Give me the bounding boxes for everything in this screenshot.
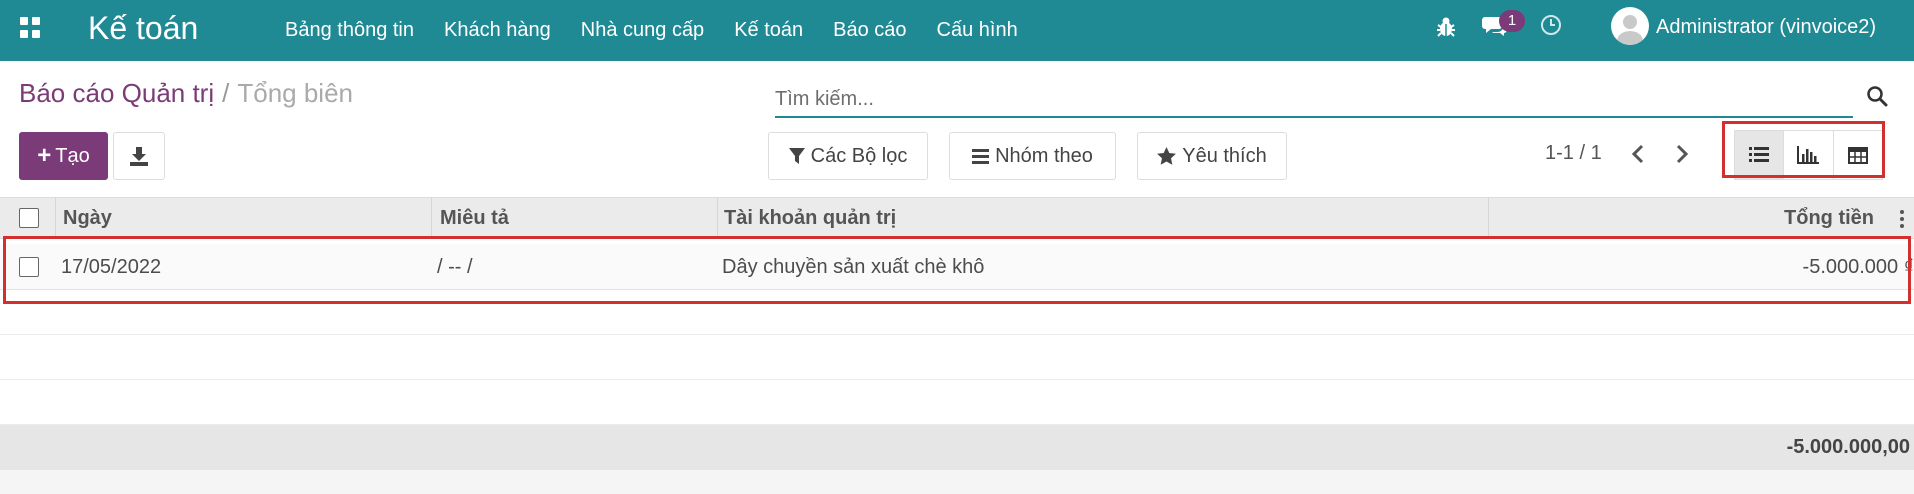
row-checkbox[interactable] — [19, 257, 39, 277]
column-divider — [431, 198, 432, 238]
list-view-button[interactable] — [1734, 130, 1785, 180]
star-icon — [1157, 147, 1177, 165]
menu-item-configuration[interactable]: Cấu hình — [922, 19, 1033, 42]
list-view-icon — [1749, 147, 1770, 162]
top-navbar: Kế toán Bảng thông tin Khách hàng Nhà cu… — [0, 0, 1914, 61]
create-button[interactable]: + Tạo — [19, 132, 108, 180]
empty-row — [0, 335, 1914, 380]
debug-bug-icon[interactable] — [1436, 16, 1456, 38]
group-by-button[interactable]: Nhóm theo — [949, 132, 1116, 180]
chat-counter-badge: 1 — [1499, 10, 1525, 32]
empty-row — [0, 380, 1914, 425]
main-menu: Bảng thông tin Khách hàng Nhà cung cấp K… — [270, 0, 1033, 61]
pivot-view-icon — [1847, 146, 1868, 164]
download-icon — [130, 147, 148, 166]
breadcrumb-current: Tổng biên — [237, 78, 354, 108]
table-row[interactable]: 17/05/2022 / -- / Dây chuyền sản xuất ch… — [0, 244, 1914, 290]
breadcrumb: Báo cáo Quản trị / Tổng biên — [19, 78, 353, 109]
column-options-icon[interactable] — [1900, 210, 1904, 231]
filter-icon — [788, 148, 805, 164]
menu-item-reporting[interactable]: Báo cáo — [818, 19, 921, 42]
empty-row — [0, 290, 1914, 335]
menu-item-accounting[interactable]: Kế toán — [719, 19, 818, 42]
table-header: Ngày Miêu tả Tài khoản quản trị Tổng tiề… — [0, 197, 1914, 239]
column-header-description[interactable]: Miêu tả — [440, 198, 509, 238]
activity-clock-icon[interactable] — [1540, 14, 1562, 36]
cell-description: / -- / — [437, 256, 473, 278]
menu-item-customers[interactable]: Khách hàng — [429, 19, 566, 42]
column-header-date[interactable]: Ngày — [63, 198, 112, 238]
column-header-total[interactable]: Tổng tiền — [1784, 198, 1874, 238]
graph-view-icon — [1797, 146, 1820, 164]
plus-icon: + — [37, 142, 52, 169]
favorites-label: Yêu thích — [1182, 144, 1267, 167]
search-icon[interactable] — [1866, 85, 1888, 107]
select-all-checkbox[interactable] — [19, 208, 39, 228]
pivot-view-button[interactable] — [1832, 130, 1883, 180]
cell-account: Dây chuyền sản xuất chè khô — [722, 256, 985, 278]
chevron-left-icon[interactable] — [1630, 143, 1646, 165]
chevron-right-icon[interactable] — [1674, 143, 1690, 165]
graph-view-button[interactable] — [1783, 130, 1834, 180]
breadcrumb-separator: / — [222, 78, 230, 108]
column-header-account[interactable]: Tài khoản quản trị — [724, 198, 896, 238]
view-switcher — [1734, 130, 1883, 180]
breadcrumb-parent-link[interactable]: Báo cáo Quản trị — [19, 78, 214, 108]
apps-menu-icon[interactable] — [20, 17, 42, 39]
total-amount: -5.000.000,00 — [1786, 436, 1910, 458]
group-by-label: Nhóm theo — [995, 144, 1093, 167]
search-input[interactable] — [775, 84, 1853, 114]
page-bottom-area — [0, 470, 1914, 494]
pager-value[interactable]: 1-1 / 1 — [1545, 142, 1602, 165]
avatar[interactable] — [1611, 7, 1649, 45]
cell-amount: -5.000.000 ₫ — [1802, 256, 1914, 278]
column-divider — [55, 198, 56, 238]
table-footer: -5.000.000,00 — [0, 425, 1914, 470]
app-title[interactable]: Kế toán — [88, 8, 198, 48]
list-bars-icon — [972, 148, 990, 164]
user-menu[interactable]: Administrator (vinvoice2) — [1656, 16, 1876, 39]
column-divider — [1488, 198, 1489, 238]
create-button-label: Tạo — [55, 144, 90, 167]
export-button[interactable] — [113, 132, 165, 180]
favorites-button[interactable]: Yêu thích — [1137, 132, 1287, 180]
cell-date: 17/05/2022 — [61, 256, 162, 278]
menu-item-vendors[interactable]: Nhà cung cấp — [566, 19, 719, 42]
search-bar — [775, 84, 1853, 118]
filters-button[interactable]: Các Bộ lọc — [768, 132, 928, 180]
column-divider — [717, 198, 718, 238]
menu-item-dashboard[interactable]: Bảng thông tin — [270, 19, 429, 42]
filters-label: Các Bộ lọc — [810, 144, 908, 167]
